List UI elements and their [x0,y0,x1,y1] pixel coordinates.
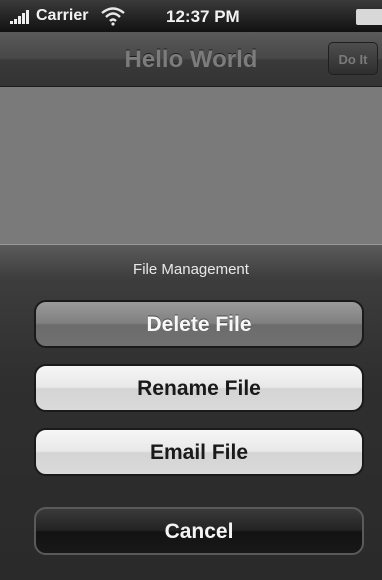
email-file-button[interactable]: Email File [34,428,364,476]
do-it-button[interactable]: Do It [328,42,378,75]
signal-bars-icon [10,10,34,24]
action-sheet: File Management Delete File Rename File … [0,244,382,580]
navigation-bar: Hello World Do It [0,32,382,87]
rename-file-button[interactable]: Rename File [34,364,364,412]
action-sheet-title: File Management [133,261,249,278]
clock-time: 12:37 PM [166,7,240,26]
status-bar: Carrier 12:37 PM [0,0,382,32]
battery-icon [356,9,382,25]
delete-file-button[interactable]: Delete File [34,300,364,348]
nav-title: Hello World [124,46,258,73]
wifi-icon [101,7,125,26]
carrier-name: Carrier [36,7,89,24]
content-area [0,87,382,244]
cancel-button[interactable]: Cancel [34,507,364,555]
